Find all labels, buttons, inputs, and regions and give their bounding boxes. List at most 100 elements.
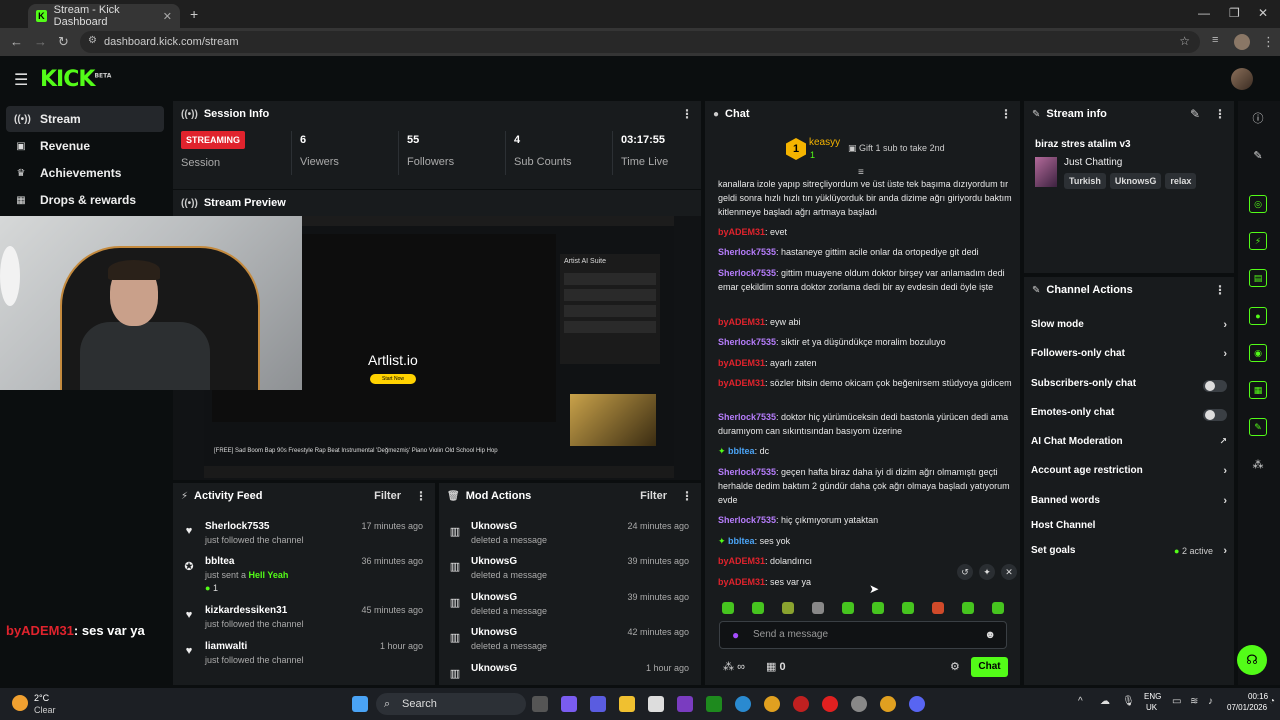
stream-tag[interactable]: UknowsG: [1109, 173, 1162, 189]
set-goals-row[interactable]: Set goals ● 2 active ›: [1031, 545, 1227, 563]
activity-user[interactable]: Sherlock7535: [205, 521, 270, 532]
chat-username[interactable]: byADEM31: [718, 317, 765, 327]
steam-icon[interactable]: [851, 696, 867, 712]
filter-button[interactable]: Filter: [640, 490, 667, 502]
back-icon[interactable]: ←: [10, 34, 23, 49]
discord-icon[interactable]: [909, 696, 925, 712]
clock-date[interactable]: 07/01/2026: [1227, 703, 1267, 712]
tray-expand-icon[interactable]: ^: [1078, 696, 1083, 707]
edit-layout-icon[interactable]: ✎: [1242, 142, 1274, 168]
profile-avatar[interactable]: [1234, 34, 1250, 50]
maximize-icon[interactable]: ❐: [1229, 6, 1240, 20]
more-options-icon[interactable]: ⋮: [681, 489, 693, 503]
kick-logo[interactable]: KICKBETA: [40, 67, 111, 92]
stream-tag[interactable]: relax: [1165, 173, 1197, 189]
toolbar-button-1[interactable]: ◎: [1242, 191, 1274, 217]
reading-list-icon[interactable]: ≡: [1212, 34, 1218, 46]
subscribers-only-toggle[interactable]: [1203, 380, 1227, 392]
users-icon[interactable]: ⁂: [723, 661, 734, 673]
activity-user[interactable]: liamwalti: [205, 641, 247, 652]
followers-only-row[interactable]: Followers-only chat ›: [1031, 348, 1227, 366]
chat-username[interactable]: Sherlock7535: [718, 412, 776, 422]
sidebar-item-revenue[interactable]: ▣ Revenue: [6, 133, 164, 159]
more-options-icon[interactable]: ⋮: [415, 489, 427, 503]
store-icon[interactable]: [648, 696, 664, 712]
close-window-icon[interactable]: ✕: [1258, 6, 1268, 20]
mod-user[interactable]: UknowsG: [471, 592, 517, 603]
stream-category[interactable]: Just Chatting: [1064, 157, 1122, 168]
info-icon[interactable]: ⓘ: [1242, 105, 1274, 131]
pin-icon[interactable]: ✦: [979, 564, 995, 580]
chat-username[interactable]: Sherlock7535: [718, 467, 776, 477]
sidebar-item-drops[interactable]: ▦ Drops & rewards: [6, 187, 164, 213]
points-gift-icon[interactable]: ▦: [766, 661, 776, 673]
chat-username[interactable]: byADEM31: [718, 358, 765, 368]
edit-icon[interactable]: ✎: [1190, 107, 1200, 121]
wifi-icon[interactable]: ≋: [1190, 696, 1198, 707]
stream-tag[interactable]: Turkish: [1064, 173, 1106, 189]
microphone-icon[interactable]: ●: [732, 622, 739, 648]
emote-icon[interactable]: [962, 602, 974, 614]
close-tab-icon[interactable]: ✕: [163, 10, 172, 23]
minimize-icon[interactable]: —: [1198, 6, 1210, 20]
chat-username[interactable]: Sherlock7535: [718, 268, 776, 278]
chat-username[interactable]: Sherlock7535: [718, 337, 776, 347]
top-gifter-name[interactable]: keasyy: [809, 137, 840, 148]
url-input[interactable]: ⚙ dashboard.kick.com/stream ☆: [80, 31, 1200, 53]
edge-icon[interactable]: [735, 696, 751, 712]
host-channel-row[interactable]: Host Channel: [1031, 520, 1227, 538]
more-options-icon[interactable]: ⋮: [1000, 107, 1012, 121]
browser-menu-icon[interactable]: ⋮: [1262, 34, 1275, 50]
emote-icon[interactable]: [812, 602, 824, 614]
slow-mode-row[interactable]: Slow mode ›: [1031, 319, 1227, 337]
copilot-icon[interactable]: [561, 696, 577, 712]
banned-words-row[interactable]: Banned words ›: [1031, 495, 1227, 513]
toolbar-button-5[interactable]: ◉: [1242, 340, 1274, 366]
toolbar-button-6[interactable]: ▦: [1242, 377, 1274, 403]
windows-start-icon[interactable]: [352, 696, 368, 712]
mod-user[interactable]: UknowsG: [471, 663, 517, 674]
user-avatar[interactable]: [1231, 68, 1253, 90]
display-icon[interactable]: ▭: [1172, 696, 1181, 707]
chat-settings-icon[interactable]: ⚙: [950, 660, 960, 673]
chat-username[interactable]: bbltea: [728, 536, 755, 546]
opera-icon[interactable]: [822, 696, 838, 712]
toolbar-button-4[interactable]: ●: [1242, 303, 1274, 329]
emotes-only-toggle[interactable]: [1203, 409, 1227, 421]
weather-icon[interactable]: [12, 695, 28, 711]
chat-username[interactable]: bbltea: [728, 446, 755, 456]
opera-gx-icon[interactable]: [793, 696, 809, 712]
sidebar-item-achievements[interactable]: ♛ Achievements: [6, 160, 164, 186]
toolbar-button-7[interactable]: ✎: [1242, 414, 1274, 440]
mod-user[interactable]: UknowsG: [471, 521, 517, 532]
activity-user[interactable]: bbltea: [205, 556, 234, 567]
reply-icon[interactable]: ↺: [957, 564, 973, 580]
mod-user[interactable]: UknowsG: [471, 556, 517, 567]
site-info-icon[interactable]: ⚙: [88, 35, 97, 46]
chat-input[interactable]: ● Send a message ☻: [719, 621, 1007, 649]
gift-prompt[interactable]: Gift 1 sub to take 2nd: [859, 143, 945, 153]
add-widget-icon[interactable]: ⁂: [1242, 451, 1274, 477]
emoji-picker-icon[interactable]: ☻: [984, 622, 996, 648]
sidebar-item-stream[interactable]: ((•)) Stream: [6, 106, 164, 132]
delete-icon[interactable]: ✕: [1001, 564, 1017, 580]
emote-icon[interactable]: [752, 602, 764, 614]
emote-icon[interactable]: [902, 602, 914, 614]
xbox-icon[interactable]: [706, 696, 722, 712]
microphone-icon[interactable]: 🎙: [1122, 696, 1135, 707]
chat-username[interactable]: byADEM31: [718, 227, 765, 237]
notification-bell-icon[interactable]: ◔: [1269, 696, 1275, 707]
clock-time[interactable]: 00:16: [1248, 692, 1268, 701]
bookmark-star-icon[interactable]: ☆: [1179, 34, 1190, 48]
emote-icon[interactable]: [932, 602, 944, 614]
chrome-icon[interactable]: [764, 696, 780, 712]
toolbar-button-3[interactable]: ▤: [1242, 265, 1274, 291]
chat-send-button[interactable]: Chat: [971, 657, 1008, 677]
teams-icon[interactable]: [590, 696, 606, 712]
chat-username[interactable]: Sherlock7535: [718, 247, 776, 257]
emote-icon[interactable]: [782, 602, 794, 614]
new-tab-icon[interactable]: +: [190, 6, 198, 22]
emote-icon[interactable]: [992, 602, 1004, 614]
taskbar-search[interactable]: ⌕ Search: [376, 693, 526, 715]
emote-icon[interactable]: [842, 602, 854, 614]
